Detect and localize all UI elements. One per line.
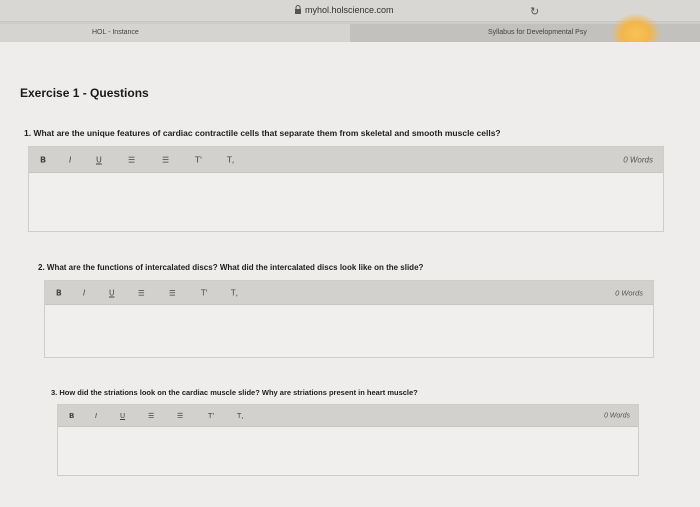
tab-hol-instance[interactable]: HOL - Instance [0,24,350,42]
word-count: 0 Words [603,412,630,419]
editor-toolbar: B I U ☰ ☰ T' T, 0 Words [29,147,663,173]
browser-url-bar[interactable]: myhol.holscience.com ↻ [0,0,700,22]
question-3-text: 3. How did the striations look on the ca… [51,388,418,397]
superscript-button[interactable]: T' [208,412,214,420]
numbered-list-icon[interactable]: ☰ [177,412,183,420]
underline-button[interactable]: U [96,155,102,164]
superscript-button[interactable]: T' [195,155,202,164]
editor-toolbar: B I U ☰ ☰ T' T, 0 Words [45,281,653,305]
question-3-editor: B I U ☰ ☰ T' T, 0 Words [57,404,639,476]
bullet-list-icon[interactable]: ☰ [138,288,145,297]
tab-label: HOL - Instance [92,29,139,36]
tab-bar: HOL - Instance Syllabus for Developmenta… [0,22,700,42]
word-count: 0 Words [615,288,643,297]
bold-button[interactable]: B [56,288,62,297]
bullet-list-icon[interactable]: ☰ [148,412,154,420]
word-count: 0 Words [623,155,653,164]
editor-toolbar: B I U ☰ ☰ T' T, 0 Words [58,405,638,427]
bullet-list-icon[interactable]: ☰ [128,155,135,164]
question-2-editor: B I U ☰ ☰ T' T, 0 Words [44,280,654,358]
underline-button[interactable]: U [120,412,125,420]
italic-button[interactable]: I [83,288,85,297]
subscript-button[interactable]: T, [231,288,238,297]
page-content: Exercise 1 - Questions 1. What are the u… [0,42,700,507]
numbered-list-icon[interactable]: ☰ [169,288,176,297]
url-text[interactable]: myhol.holscience.com [305,5,394,15]
superscript-button[interactable]: T' [201,288,208,297]
answer-textarea[interactable] [58,427,638,475]
bold-button[interactable]: B [40,155,46,164]
underline-button[interactable]: U [109,288,115,297]
question-1-text: 1. What are the unique features of cardi… [24,128,501,138]
tab-label: Syllabus for Developmental Psy [488,29,587,36]
subscript-button[interactable]: T, [237,412,244,420]
answer-textarea[interactable] [29,173,663,231]
numbered-list-icon[interactable]: ☰ [162,155,169,164]
question-2-text: 2. What are the functions of intercalate… [38,263,424,272]
bold-button[interactable]: B [69,412,74,420]
question-1-editor: B I U ☰ ☰ T' T, 0 Words [28,146,664,232]
subscript-button[interactable]: T, [227,155,234,164]
italic-button[interactable]: I [69,155,71,164]
lock-icon [295,5,301,14]
page-title: Exercise 1 - Questions [20,86,149,100]
italic-button[interactable]: I [95,412,97,420]
reload-icon[interactable]: ↻ [530,5,539,18]
answer-textarea[interactable] [45,305,653,357]
